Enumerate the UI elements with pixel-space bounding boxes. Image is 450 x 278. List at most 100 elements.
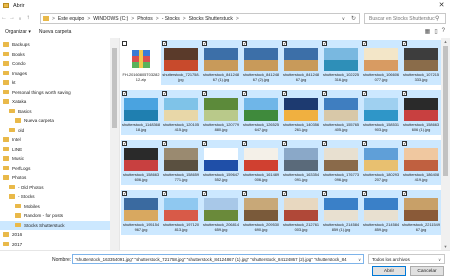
sidebar-item[interactable]: PerfLogs — [0, 164, 110, 173]
address-bar[interactable]: > Este equipo > WINDOWS (C:) > Photos > … — [40, 13, 360, 24]
file-tile[interactable]: ✓ shutterstock_195154967.jpg — [121, 190, 161, 235]
file-checkbox[interactable]: ✓ — [362, 91, 367, 97]
sidebar-item[interactable]: Basics — [0, 107, 110, 116]
scroll-down-arrow-icon[interactable]: ▼ — [441, 244, 450, 249]
file-checkbox[interactable]: ✓ — [122, 141, 127, 147]
file-tile[interactable]: ✓ shutterstock_158531903.jpg — [361, 90, 401, 135]
file-grid-scrollbar[interactable]: ▲ ▼ — [441, 38, 450, 250]
file-checkbox[interactable]: ✓ — [242, 41, 247, 47]
file-checkbox[interactable]: ✓ — [282, 41, 287, 47]
file-type-select[interactable]: Todos los archivos ∨ — [368, 254, 445, 264]
file-tile[interactable]: ✓ shutterstock_126525647.jpg — [241, 90, 281, 135]
file-tile[interactable]: ✓ shutterstock_158659771.jpg — [161, 140, 201, 185]
file-tile[interactable]: ✓ shutterstock_161489006.jpg — [241, 140, 281, 185]
new-folder-button[interactable]: Nueva carpeta — [39, 29, 72, 35]
file-tile[interactable]: ✓ shutterstock_214584859 (1).jpg — [321, 190, 361, 235]
file-tile[interactable]: ✓ shutterstock_120779880.jpg — [201, 90, 241, 135]
file-checkbox[interactable]: ✓ — [362, 191, 367, 197]
file-checkbox[interactable]: ✓ — [322, 141, 327, 147]
sidebar-item[interactable]: Stocks Shutterstuck — [0, 220, 110, 230]
file-checkbox[interactable]: ✓ — [322, 191, 327, 197]
sidebar-item[interactable]: 2017 — [0, 240, 110, 249]
recent-locations-chevron-icon[interactable]: ∨ — [16, 14, 24, 23]
file-tile[interactable]: ✓ shutterstock_114836818.jpg — [121, 90, 161, 135]
file-tile[interactable]: ✓ shutterstock_186408419.jpg — [401, 140, 441, 185]
file-checkbox[interactable]: ✓ — [402, 191, 407, 197]
file-tile[interactable]: ✓ shutterstock_721758.jpg — [161, 40, 201, 85]
sidebar-item[interactable]: Photos — [0, 173, 110, 182]
file-name-input[interactable] — [73, 255, 353, 264]
sidebar-item[interactable]: - Old Photos — [0, 183, 110, 192]
file-checkbox[interactable]: ✓ — [322, 91, 327, 97]
file-tile[interactable]: ✓ shutterstock_159647552.jpg — [201, 140, 241, 185]
file-checkbox[interactable]: ✓ — [242, 141, 247, 147]
open-button[interactable]: Abrir — [372, 266, 406, 276]
scroll-up-arrow-icon[interactable]: ▲ — [441, 39, 450, 44]
file-checkbox[interactable]: ✓ — [242, 191, 247, 197]
sidebar-item[interactable]: Condo — [0, 59, 110, 68]
file-checkbox[interactable]: ✓ — [202, 141, 207, 147]
view-options-icon[interactable]: ▦ — [425, 28, 431, 35]
file-tile[interactable]: FH-20160805T0328212.zip — [121, 40, 161, 85]
sidebar-item[interactable]: Books — [0, 50, 110, 59]
file-checkbox[interactable]: ✓ — [162, 191, 167, 197]
sidebar-item[interactable]: LINE — [0, 145, 110, 154]
organize-button[interactable]: Organizar ▾ — [5, 29, 31, 35]
up-arrow-icon[interactable]: ↑ — [24, 14, 32, 23]
file-tile[interactable]: ✓ shutterstock_84124867.jpg — [281, 40, 321, 85]
file-tile[interactable]: ✓ shutterstock_155765405.jpg — [321, 90, 361, 135]
breadcrumb-stocks[interactable]: - Stocks — [162, 16, 180, 22]
file-checkbox[interactable]: ✓ — [402, 91, 407, 97]
sidebar-item[interactable]: 2016 — [0, 230, 110, 239]
file-tile[interactable]: ✓ shutterstock_84124867 (2).jpg — [241, 40, 281, 85]
file-tile[interactable]: ✓ shutterstock_206814659.jpg — [201, 190, 241, 235]
file-tile[interactable]: ✓ shutterstock_107215333.jpg — [401, 40, 441, 85]
file-checkbox[interactable]: ✓ — [122, 91, 127, 97]
file-tile[interactable]: ✓ shutterstock_158663606.jpg — [121, 140, 161, 185]
file-checkbox[interactable]: ✓ — [242, 91, 247, 97]
preview-pane-icon[interactable]: ▯ — [434, 28, 437, 35]
sidebar-item[interactable]: Backups — [0, 40, 110, 49]
file-checkbox[interactable] — [122, 41, 127, 46]
sidebar-item[interactable]: Random - for posts — [0, 211, 110, 220]
breadcrumb-este-equipo[interactable]: Este equipo — [58, 16, 84, 22]
address-dropdown-icon[interactable]: ∨ — [342, 16, 345, 22]
file-checkbox[interactable]: ✓ — [162, 91, 167, 97]
sidebar-item[interactable]: Images — [0, 69, 110, 78]
refresh-icon[interactable]: ↻ — [351, 15, 356, 22]
file-tile[interactable]: ✓ shutterstock_84124867 (1).jpg — [201, 40, 241, 85]
file-tile[interactable]: ✓ shutterstock_106606077.jpg — [361, 40, 401, 85]
file-tile[interactable]: ✓ shutterstock_176773096.jpg — [321, 140, 361, 185]
file-checkbox[interactable]: ✓ — [402, 141, 407, 147]
file-tile[interactable]: ✓ shutterstock_209530690.jpg — [241, 190, 281, 235]
file-checkbox[interactable]: ✓ — [402, 41, 407, 47]
sidebar-item[interactable]: Nueva carpeta — [0, 116, 110, 125]
file-checkbox[interactable]: ✓ — [202, 191, 207, 197]
file-tile[interactable]: ✓ shutterstock_163354091.jpg — [281, 140, 321, 185]
scrollbar-thumb[interactable] — [112, 48, 117, 128]
sidebar-item[interactable]: Music — [0, 154, 110, 163]
file-checkbox[interactable]: ✓ — [362, 141, 367, 147]
file-checkbox[interactable]: ✓ — [362, 41, 367, 47]
file-tile[interactable]: ✓ shutterstock_197120813.jpg — [161, 190, 201, 235]
file-checkbox[interactable]: ✓ — [322, 41, 327, 47]
file-name-dropdown-icon[interactable]: ∨ — [358, 257, 361, 262]
sidebar-item[interactable]: Personal things worth saving — [0, 88, 110, 97]
file-tile[interactable]: ✓ shutterstock_158663606 (1).jpg — [401, 90, 441, 135]
file-tile[interactable]: ✓ shutterstock_140356261.jpg — [281, 90, 321, 135]
sidebar-item[interactable]: Xataka — [0, 97, 110, 106]
file-checkbox[interactable]: ✓ — [122, 191, 127, 197]
cancel-button[interactable]: Cancelar — [410, 266, 444, 276]
sidebar-item[interactable]: Intel — [0, 135, 110, 144]
forward-arrow-icon[interactable]: → — [8, 14, 16, 23]
file-tile[interactable]: ✓ shutterstock_212761003.jpg — [281, 190, 321, 235]
sidebar-item[interactable]: old — [0, 126, 110, 135]
breadcrumb-stocks-shutterstuck[interactable]: Stocks Shutterstuck — [189, 16, 233, 22]
breadcrumb-photos[interactable]: Photos — [137, 16, 153, 22]
file-checkbox[interactable]: ✓ — [282, 91, 287, 97]
file-tile[interactable]: ✓ shutterstock_120105415.jpg — [161, 90, 201, 135]
file-tile[interactable]: ✓ shutterstock_221154967.jpg — [401, 190, 441, 235]
scrollbar-thumb[interactable] — [443, 46, 448, 176]
file-checkbox[interactable]: ✓ — [202, 41, 207, 47]
breadcrumb-windows-c[interactable]: WINDOWS (C:) — [93, 16, 128, 22]
